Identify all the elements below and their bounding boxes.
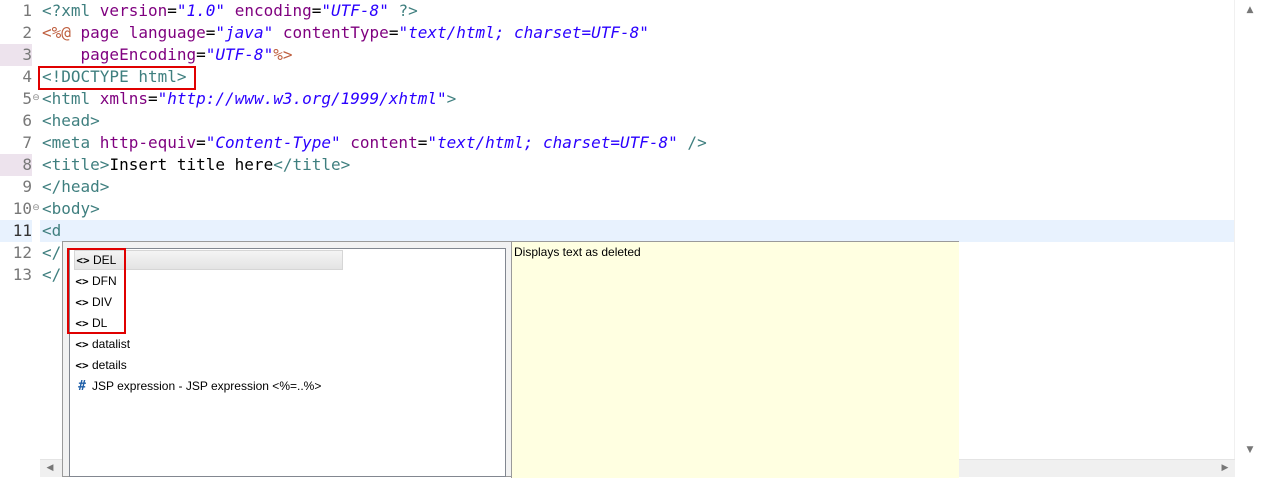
html-tag-icon: <> [75, 359, 89, 372]
code-line: <head> [42, 110, 100, 132]
code-token: = [311, 1, 322, 20]
fold-toggle-icon[interactable]: ⊖ [32, 94, 40, 103]
code-token: <%@ [42, 23, 81, 42]
code-token: = [388, 23, 399, 42]
code-token: content [350, 133, 418, 152]
code-token: http-equiv [99, 133, 197, 152]
code-line: <d [42, 220, 61, 242]
line-number: 2 [22, 23, 32, 42]
code-token: </head> [42, 177, 110, 196]
code-token: encoding [234, 1, 312, 20]
proposal-label: JSP expression - JSP expression <%=..%> [92, 379, 322, 393]
code-token: /> [677, 133, 707, 152]
code-token: = [196, 45, 206, 64]
scroll-down-icon[interactable]: ▼ [1235, 442, 1265, 458]
code-token: Insert title here [109, 155, 274, 174]
line-number: 5 [22, 89, 32, 108]
line-number-gutter: 1 2 3 4 5 ⊖ 6 7 8 9 10 ⊖ 11 12 13 [0, 0, 40, 460]
code-token: "UTF-8" [205, 45, 274, 64]
code-token: "text/html; charset=UTF-8" [398, 23, 649, 42]
code-token: contentType [282, 23, 389, 42]
line-number: 8 [0, 154, 32, 176]
proposal-label: datalist [92, 337, 131, 351]
code-token: <head> [42, 111, 100, 130]
code-token: page [80, 23, 129, 42]
code-token: pageEncoding [80, 45, 197, 64]
line-number: 10 [12, 199, 32, 218]
vertical-scrollbar[interactable]: ▲ ▼ [1234, 0, 1265, 460]
code-token: language [128, 23, 206, 42]
fold-toggle-icon[interactable]: ⊖ [32, 204, 40, 213]
code-token: "text/html; charset=UTF-8" [427, 133, 678, 152]
proposal-item[interactable]: <> details [74, 355, 127, 375]
code-token: "1.0" [176, 1, 226, 20]
code-token: > [446, 89, 457, 108]
html-tag-icon: <> [75, 338, 89, 351]
proposal-highlight-box [67, 248, 126, 334]
code-token: <title> [42, 155, 110, 174]
code-line: <meta http-equiv="Content-Type" content=… [42, 132, 707, 154]
code-line: <html xmlns="http://www.w3.org/1999/xhtm… [42, 88, 456, 110]
code-token: </ [42, 243, 62, 262]
code-token: = [147, 89, 158, 108]
code-line: pageEncoding="UTF-8"%> [42, 44, 293, 66]
scroll-left-icon[interactable]: ◀ [42, 460, 58, 477]
line-number: 12 [12, 243, 32, 262]
code-token: <?xml [42, 1, 100, 20]
gutter-bottom [0, 460, 40, 477]
line-number: 13 [12, 265, 32, 284]
code-token: "java" [215, 23, 274, 42]
code-editor[interactable]: 1 2 3 4 5 ⊖ 6 7 8 9 10 ⊖ 11 12 13 <?xml version="1.0" … [0, 0, 1265, 478]
line-number: 9 [22, 177, 32, 196]
code-token: version [99, 1, 168, 20]
proposal-item[interactable]: <> datalist [74, 334, 130, 354]
code-line: </head> [42, 176, 109, 198]
code-token: = [196, 133, 206, 152]
code-line: </ [42, 264, 61, 286]
code-line: </ [42, 242, 61, 264]
code-token: <html [42, 89, 100, 108]
code-token: = [167, 1, 177, 20]
line-number: 11 [0, 220, 32, 242]
content-assist-popup: <> DEL <> DFN <> DIV <> DL <> datalist <> details # J… [62, 241, 959, 478]
proposal-description: Displays text as deleted [511, 242, 959, 478]
code-line: <title>Insert title here</title> [42, 154, 350, 176]
jsp-template-icon: # [78, 379, 86, 394]
code-token: xmlns [99, 89, 148, 108]
code-token: <body> [42, 199, 100, 218]
code-token: ?> [388, 1, 418, 20]
line-number: 1 [22, 1, 32, 20]
code-line: <?xml version="1.0" encoding="UTF-8" ?> [42, 0, 418, 22]
code-token: "http://www.w3.org/1999/xhtml" [157, 89, 447, 108]
proposal-label: details [92, 358, 127, 372]
current-line-highlight [40, 220, 1235, 242]
line-number: 3 [0, 44, 32, 66]
code-line: <body> [42, 198, 100, 220]
code-token: "Content-Type" [205, 133, 341, 152]
proposal-list[interactable]: <> DEL <> DFN <> DIV <> DL <> datalist <> details # J… [69, 248, 506, 477]
code-token: </title> [273, 155, 351, 174]
code-token: = [205, 23, 216, 42]
code-token: %> [273, 45, 293, 64]
code-token: <d [42, 221, 62, 240]
scroll-up-icon[interactable]: ▲ [1235, 2, 1265, 18]
scroll-right-icon[interactable]: ▶ [1217, 460, 1233, 477]
code-token: <meta [42, 133, 100, 152]
doctype-highlight-box [38, 66, 196, 90]
line-number: 4 [22, 67, 32, 86]
code-token: = [417, 133, 428, 152]
line-number: 6 [22, 111, 32, 130]
code-token: "UTF-8" [321, 1, 389, 20]
proposal-item[interactable]: # JSP expression - JSP expression <%=..%> [74, 376, 321, 396]
code-line: <%@ page language="java" contentType="te… [42, 22, 649, 44]
code-token: </ [42, 265, 62, 284]
line-number: 7 [22, 133, 32, 152]
